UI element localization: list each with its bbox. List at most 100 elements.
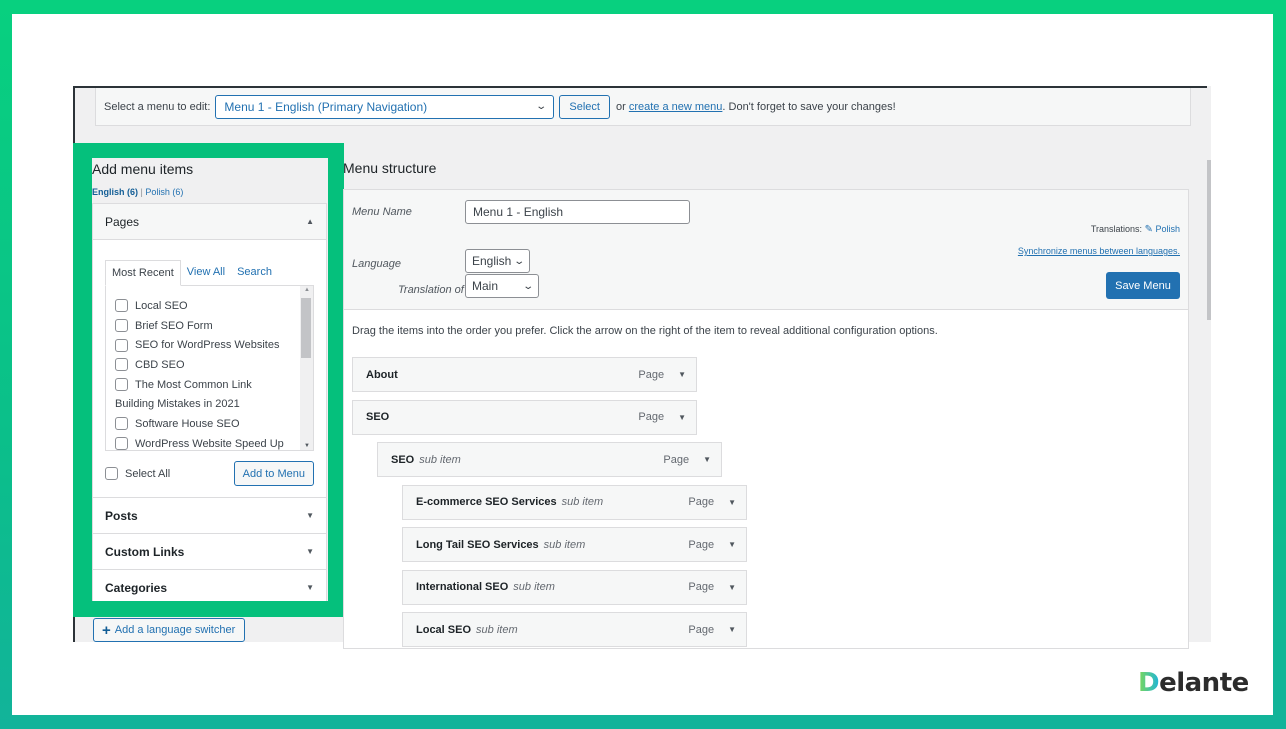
section-categories-header[interactable]: Categories ▼ (93, 570, 326, 601)
menu-item[interactable]: SEO sub item Page ▼ (377, 442, 722, 477)
menu-item-meta: Page ▼ (688, 539, 736, 551)
chevron-down-icon: ⌄ (535, 101, 548, 112)
page-label: Local SEO (135, 299, 188, 312)
expand-arrow-icon[interactable]: ▼ (678, 370, 686, 379)
expand-arrow-icon: ▼ (306, 583, 314, 592)
add-to-menu-button[interactable]: Add to Menu (233, 461, 314, 486)
lang-english-link[interactable]: English (6) (92, 187, 138, 197)
menu-item[interactable]: SEO Page ▼ (352, 399, 697, 435)
tab-most-recent[interactable]: Most Recent (105, 260, 181, 286)
menu-item-type: Page (688, 581, 715, 593)
menu-item-type: Page (638, 368, 665, 381)
selected-menu: Menu 1 - English (Primary Navigation) (224, 99, 428, 114)
checkbox[interactable] (115, 338, 128, 352)
language-select[interactable]: English ⌄ (465, 249, 530, 273)
page-item[interactable]: Software House SEO (115, 414, 313, 434)
section-custom-links-header[interactable]: Custom Links ▼ (93, 534, 326, 570)
translation-polish-link[interactable]: Polish (1155, 224, 1180, 234)
menu-item-subtitle: sub item (419, 453, 461, 466)
select-all-label: Select All (125, 467, 171, 480)
scroll-up-icon[interactable]: ▲ (304, 287, 310, 293)
page-label: WordPress Website Speed Up (135, 437, 284, 450)
lang-polish-link[interactable]: Polish (6) (145, 187, 183, 197)
pencil-icon: ✎ (1144, 224, 1153, 235)
pages-tabs: Most Recent View All Search (105, 260, 314, 286)
chevron-down-icon: ⌄ (512, 255, 525, 267)
page-label: Building Mistakes in 2021 (115, 398, 240, 411)
save-menu-button[interactable]: Save Menu (1106, 272, 1180, 299)
page-item[interactable]: Local SEO (115, 296, 313, 316)
menu-item-title: SEO (391, 453, 415, 466)
section-pages-header[interactable]: Pages ▲ (93, 204, 326, 240)
select-button[interactable]: Select (559, 94, 610, 119)
checkbox[interactable] (115, 378, 128, 392)
tab-search[interactable]: Search (231, 260, 278, 286)
page-label: Software House SEO (135, 417, 240, 430)
section-posts-label: Posts (105, 508, 138, 523)
add-menu-items-panel: Add menu items English (6) | Polish (6) … (92, 158, 328, 601)
menu-settings-header: Menu Name Menu 1 - English Language Engl… (344, 190, 1188, 310)
page-item[interactable]: SEO for WordPress Websites (115, 335, 313, 355)
expand-arrow-icon[interactable]: ▼ (728, 540, 736, 549)
page-label: The Most Common Link (135, 378, 252, 391)
menu-item-type: Page (663, 453, 690, 466)
section-categories-label: Categories (105, 580, 168, 595)
menu-item[interactable]: Local SEO sub item Page ▼ (402, 612, 747, 647)
page-item[interactable]: The Most Common Link (115, 375, 313, 395)
menu-item[interactable]: Long Tail SEO Services sub item Page ▼ (402, 527, 747, 562)
create-new-menu-link[interactable]: create a new menu (629, 101, 723, 113)
menu-item-title-wrap: E-commerce SEO Services sub item (416, 496, 603, 508)
expand-arrow-icon[interactable]: ▼ (728, 498, 736, 507)
menu-item-title-wrap: Long Tail SEO Services sub item (416, 539, 585, 551)
checkbox[interactable] (115, 358, 128, 372)
menu-item-meta: Page ▼ (688, 624, 736, 636)
translation-value: Main (472, 279, 499, 293)
menu-select-dropdown[interactable]: Menu 1 - English (Primary Navigation) ⌄ (215, 94, 555, 119)
checkbox[interactable] (115, 437, 128, 450)
menu-select-bar: Select a menu to edit: Menu 1 - English … (95, 88, 1191, 126)
menu-item-title: SEO (366, 411, 390, 423)
delante-logo: Delante (1138, 668, 1249, 698)
checkbox[interactable] (115, 299, 128, 313)
expand-arrow-icon[interactable]: ▼ (728, 625, 736, 634)
menu-item[interactable]: International SEO sub item Page ▼ (402, 569, 747, 605)
page-item[interactable]: WordPress Website Speed Up (115, 434, 313, 450)
menu-item-title-wrap: International SEO sub item (416, 581, 555, 593)
tab-view-all[interactable]: View All (181, 260, 231, 286)
page-item[interactable]: Brief SEO Form (115, 316, 313, 336)
menu-item[interactable]: E-commerce SEO Services sub item Page ▼ (402, 484, 747, 520)
menu-item-title: Long Tail SEO Services (416, 538, 539, 551)
logo-mark: D (1138, 668, 1160, 698)
sync-menus-link[interactable]: Synchronize menus between languages. (1018, 246, 1180, 256)
add-language-switcher-button[interactable]: + Add a language switcher (93, 618, 245, 642)
chevron-down-icon: ⌄ (521, 280, 534, 292)
translation-of-label: Translation of (398, 284, 464, 296)
menu-item-meta: Page ▼ (638, 411, 686, 423)
checkbox[interactable] (115, 319, 128, 333)
expand-arrow-icon[interactable]: ▼ (678, 413, 686, 422)
menu-structure-title: Menu structure (343, 160, 437, 176)
expand-arrow-icon[interactable]: ▼ (703, 455, 711, 464)
collapse-arrow-icon: ▲ (306, 217, 314, 226)
menu-items-accordion: Pages ▲ Most Recent View All Search Loca… (92, 203, 327, 601)
select-all-checkbox[interactable] (105, 467, 118, 480)
page-item[interactable]: CBD SEO (115, 355, 313, 375)
save-note: or create a new menu. Don't forget to sa… (616, 101, 896, 113)
translations-label: Translations: (1090, 224, 1143, 234)
select-all[interactable]: Select All (105, 467, 170, 480)
translation-of-select[interactable]: Main ⌄ (465, 274, 539, 298)
page-label: CBD SEO (135, 358, 185, 371)
menu-item[interactable]: About Page ▼ (352, 357, 697, 392)
pages-footer: Select All Add to Menu (105, 461, 314, 486)
scroll-down-icon[interactable]: ▼ (304, 443, 310, 449)
menu-item-subtitle: sub item (476, 623, 518, 636)
menu-name-input[interactable]: Menu 1 - English (465, 200, 690, 224)
page-scrollbar-thumb[interactable] (1207, 160, 1211, 320)
pages-scrollbar[interactable]: ▲ ▼ (300, 286, 313, 450)
pages-scrollbar-thumb[interactable] (301, 298, 311, 358)
expand-arrow-icon[interactable]: ▼ (728, 583, 736, 592)
section-posts-header[interactable]: Posts ▼ (93, 498, 326, 534)
page-label: Brief SEO Form (135, 319, 213, 332)
checkbox[interactable] (115, 417, 128, 431)
expand-arrow-icon: ▼ (306, 511, 314, 520)
